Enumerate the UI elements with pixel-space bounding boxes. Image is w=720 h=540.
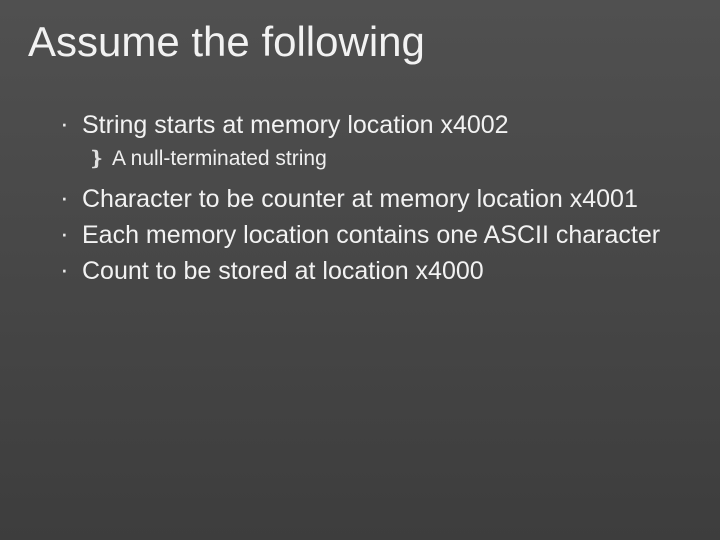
list-item-text: String starts at memory location x4002 [82, 110, 509, 140]
slide: Assume the following · String starts at … [0, 0, 720, 540]
list-item-text: Each memory location contains one ASCII … [82, 220, 660, 250]
sub-bullet-icon: ❵ [88, 146, 112, 172]
list-item: · String starts at memory location x4002 [60, 110, 680, 140]
bullet-icon: · [60, 218, 82, 248]
sub-list-item-text: A null-terminated string [112, 146, 327, 172]
bullet-icon: · [60, 108, 82, 138]
sub-list-item: ❵ A null-terminated string [88, 146, 680, 172]
body-content: · String starts at memory location x4002… [60, 110, 680, 292]
list-item-text: Count to be stored at location x4000 [82, 256, 484, 286]
list-item: · Each memory location contains one ASCI… [60, 220, 680, 250]
list-item: · Character to be counter at memory loca… [60, 184, 680, 214]
page-title: Assume the following [28, 18, 425, 66]
bullet-icon: · [60, 254, 82, 284]
list-item-text: Character to be counter at memory locati… [82, 184, 638, 214]
list-item: · Count to be stored at location x4000 [60, 256, 680, 286]
bullet-icon: · [60, 182, 82, 212]
